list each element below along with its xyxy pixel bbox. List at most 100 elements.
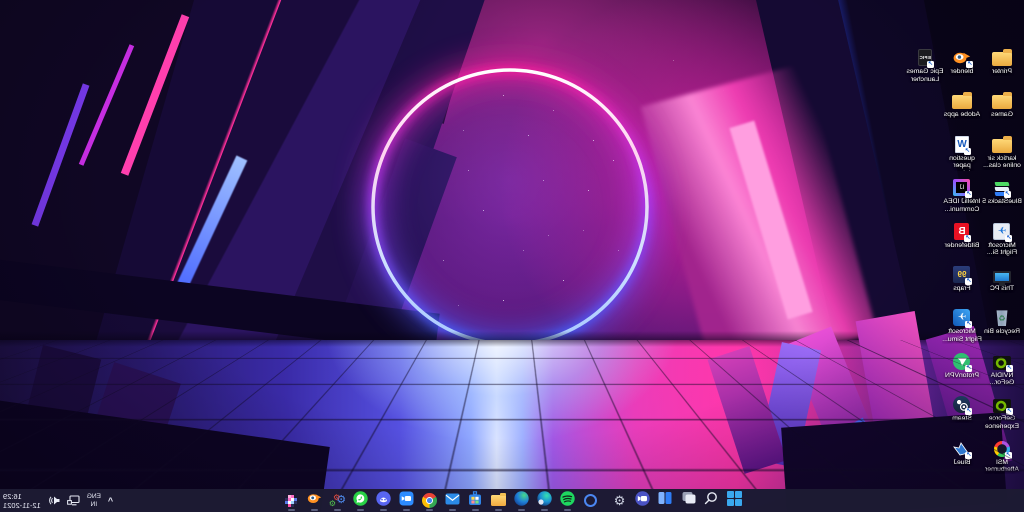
ring-app-button[interactable]	[579, 489, 602, 512]
task-view-button[interactable]	[677, 489, 700, 512]
desktop-icon-label: BlueJ	[942, 459, 982, 467]
running-indicator	[357, 509, 364, 511]
shortcut-arrow-icon: ↗	[927, 61, 934, 68]
kartick-sir-online-class-icon	[992, 139, 1012, 153]
spotify-icon	[560, 491, 575, 511]
desktop-icon-kartick-sir-online-class[interactable]: kartick sir online clas...	[982, 133, 1022, 170]
desktop-icon-label: Bitdefender	[942, 242, 982, 250]
desktop-icon-geforce-experience[interactable]: ↗GeForce Experience	[982, 393, 1022, 430]
desktop-icon-fraps[interactable]: 99↗ Fraps	[942, 263, 982, 293]
desktop-icon-adobe-apps[interactable]: Adobe apps	[942, 89, 982, 119]
desktop-icon-microsoft-flight-simu[interactable]: ✈↗Microsoft Flight Simu...	[942, 306, 982, 343]
edge-button[interactable]	[510, 489, 533, 512]
desktop-icon-label: IntelliJ IDEA Communi...	[942, 198, 982, 213]
volume-icon[interactable]	[48, 495, 60, 506]
widgets-button[interactable]	[654, 489, 677, 512]
edge-beta-icon	[537, 491, 552, 511]
shortcut-arrow-icon: ↗	[966, 408, 973, 415]
running-indicator	[288, 509, 295, 511]
nvidia-geforce-icon: ↗	[993, 356, 1011, 370]
settings-icon: ⚙	[614, 492, 626, 510]
shortcut-arrow-icon: ↗	[966, 365, 973, 372]
desktop-icon-label: MSI Afterburner	[982, 459, 1022, 474]
desktop-icon-blender[interactable]: ↗blender	[942, 46, 982, 76]
show-hidden-icons-button[interactable]: ^	[108, 496, 113, 506]
question-paper-icon: W↗	[955, 136, 969, 153]
recycle-bin-icon: ♻	[996, 310, 1009, 326]
blender-button[interactable]	[303, 489, 326, 512]
desktop-icon-protonvpn[interactable]: ↗ProtonVPN	[942, 350, 982, 380]
desktop-icon-label: Epic Games Launcher	[905, 68, 945, 83]
running-indicator	[518, 509, 525, 511]
zoom-icon	[399, 491, 414, 511]
running-indicator	[334, 509, 341, 511]
chat-button[interactable]	[631, 489, 654, 512]
desktop-icon-label: BlueStacks 5	[982, 198, 1022, 206]
start-button[interactable]	[723, 489, 746, 512]
desktop-icon-bluestacks-5[interactable]: ↗BlueStacks 5	[982, 176, 1022, 206]
desktop-icon-games[interactable]: Games	[982, 89, 1022, 119]
whatsapp-button[interactable]	[349, 489, 372, 512]
edge-beta-button[interactable]	[533, 489, 556, 512]
desktop-icon-nvidia-geforce[interactable]: ↗NVIDIA GeFor...	[982, 350, 1022, 387]
msi-afterburner-icon: ↗	[994, 441, 1010, 457]
desktop-icon-label: Printer	[982, 68, 1022, 76]
geforce-experience-icon: ↗	[993, 399, 1011, 413]
desktop-icon-intellij-idea-community[interactable]: IJ↗IntelliJ IDEA Communi...	[942, 176, 982, 213]
discord-icon	[376, 491, 391, 511]
chat-icon	[635, 491, 650, 511]
clock[interactable]: 16:29 12-11-2021	[3, 492, 41, 510]
shortcut-arrow-icon: ↗	[1006, 365, 1013, 372]
fraps-icon: 99↗	[954, 266, 971, 283]
pixel-game-button[interactable]	[280, 489, 303, 512]
desktop-icon-question-paper[interactable]: W↗ question paper debe...	[942, 133, 982, 171]
desktop-icon-label: This PC	[982, 285, 1022, 293]
desktop-icon-label: Recycle Bin	[982, 328, 1022, 336]
desktop-icon-recycle-bin[interactable]: ♻ Recycle Bin	[982, 306, 1022, 336]
search-button[interactable]	[700, 489, 723, 512]
desktop-icon-msi-afterburner[interactable]: ↗MSI Afterburner	[982, 437, 1022, 474]
shortcut-arrow-icon: ↗	[1005, 452, 1012, 459]
microsoft-store-button[interactable]	[464, 489, 487, 512]
desktop-icon-bitdefender[interactable]: B↗Bitdefender	[942, 220, 982, 250]
desktop-icon-printer[interactable]: Printer	[982, 46, 1022, 76]
steam-icon: ↗	[954, 396, 971, 413]
zoom-button[interactable]	[395, 489, 418, 512]
start-icon	[727, 491, 742, 511]
epic-games-launcher-icon: EPIC↗	[918, 49, 932, 66]
desktop-icon-label: Fraps	[942, 285, 982, 293]
desktop-icon-label: NVIDIA GeFor...	[982, 372, 1022, 387]
desktop-icon-label: question paper debe...	[942, 155, 982, 171]
microsoft-flight-simu-icon: ✈↗	[954, 309, 971, 326]
chrome-button[interactable]	[418, 489, 441, 512]
language-indicator[interactable]: ENG IN	[87, 493, 101, 508]
discord-button[interactable]	[372, 489, 395, 512]
desktop-icon-epic-games-launcher[interactable]: EPIC↗ Epic Games Launcher	[905, 46, 945, 83]
file-explorer-button[interactable]	[487, 489, 510, 512]
mail-button[interactable]	[441, 489, 464, 512]
language-line1: ENG	[87, 493, 101, 501]
blender-icon	[307, 491, 322, 511]
gears-app-button[interactable]: ⚙⚙⚙	[326, 489, 349, 512]
shortcut-arrow-icon: ↗	[965, 235, 972, 242]
file-explorer-icon	[491, 495, 506, 506]
desktop-icon-bluej[interactable]: ↗ BlueJ	[942, 437, 982, 467]
shortcut-arrow-icon: ↗	[966, 191, 973, 198]
desktop-icon-this-pc[interactable]: This PC	[982, 263, 1022, 293]
widgets-icon	[659, 491, 673, 510]
desktop-icon-steam[interactable]: ↗Steam	[942, 393, 982, 423]
adobe-apps-icon	[952, 95, 972, 109]
gears-app-icon: ⚙⚙⚙	[329, 494, 346, 508]
running-indicator	[426, 509, 433, 511]
shortcut-arrow-icon: ↗	[967, 61, 974, 68]
network-icon[interactable]	[67, 495, 80, 506]
desktop-icon-microsoft-flight-si[interactable]: ✈↗Microsoft Flight Si...	[982, 220, 1022, 257]
bluej-icon: ↗	[954, 441, 971, 457]
settings-button[interactable]: ⚙	[608, 489, 631, 512]
running-indicator	[564, 509, 571, 511]
desktop-icon-label: kartick sir online clas...	[982, 155, 1022, 170]
shortcut-arrow-icon: ↗	[964, 148, 971, 155]
spotify-button[interactable]	[556, 489, 579, 512]
desktop-icon-label: ProtonVPN	[942, 372, 982, 380]
microsoft-store-icon	[469, 491, 483, 511]
